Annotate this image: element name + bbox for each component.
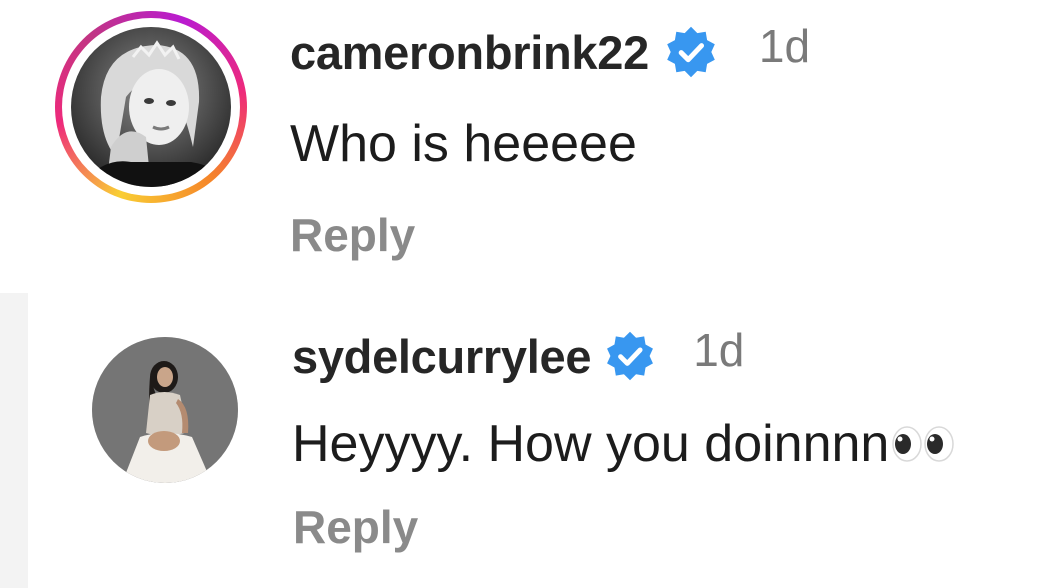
comment-item: cameronbrink22 1d Who is heeeee Reply bbox=[0, 0, 1045, 292]
comment-text: Who is heeeee bbox=[290, 115, 637, 173]
verified-badge-icon bbox=[667, 26, 715, 78]
verified-badge-icon bbox=[607, 331, 654, 381]
avatar-story-ring[interactable] bbox=[55, 11, 247, 203]
reply-button[interactable]: Reply bbox=[290, 208, 415, 262]
comment-item: sydelcurrylee 1d Heyyyy. How you doinnnn… bbox=[0, 296, 1045, 588]
avatar bbox=[71, 27, 231, 187]
eyes-emoji-icon bbox=[892, 426, 955, 463]
avatar bbox=[92, 337, 238, 483]
story-ring bbox=[55, 11, 247, 203]
reply-button[interactable]: Reply bbox=[293, 500, 418, 554]
comment-header: cameronbrink22 1d bbox=[290, 20, 811, 82]
timestamp: 1d bbox=[758, 20, 811, 72]
username[interactable]: sydelcurrylee bbox=[292, 329, 592, 384]
username[interactable]: cameronbrink22 bbox=[290, 25, 649, 80]
comment-header: sydelcurrylee 1d bbox=[292, 324, 745, 386]
comments-thread: cameronbrink22 1d Who is heeeee Reply sy… bbox=[0, 0, 1045, 588]
comment-text: Heyyyy. How you doinnnn bbox=[292, 415, 890, 473]
comment-text-row: Heyyyy. How you doinnnn bbox=[292, 414, 955, 474]
avatar-wrap[interactable] bbox=[92, 337, 238, 483]
timestamp: 1d bbox=[693, 324, 745, 376]
